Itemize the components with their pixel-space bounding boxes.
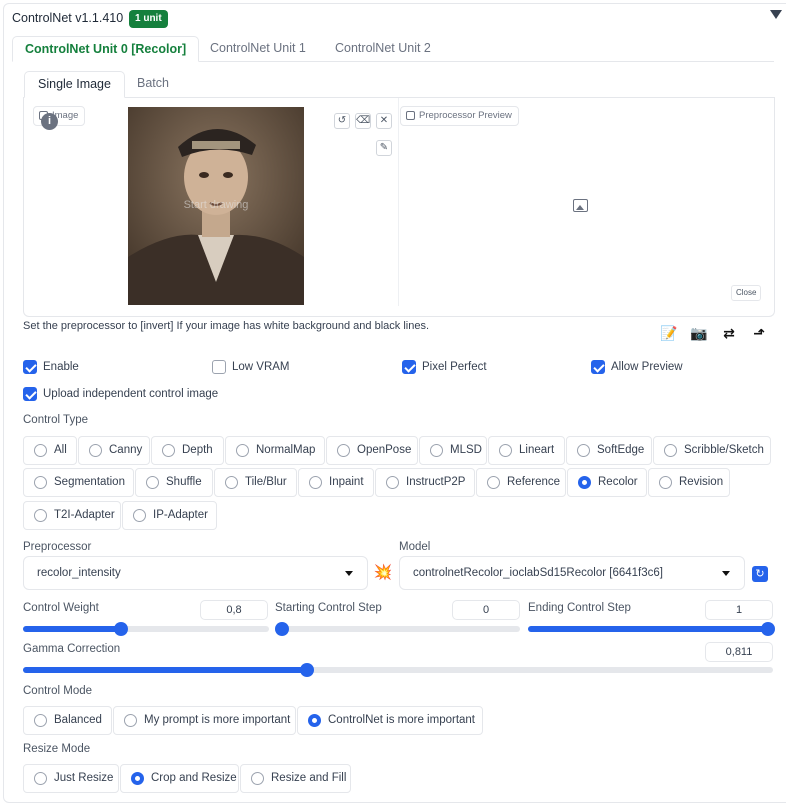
send-icon[interactable]: ⬏ [746, 322, 772, 344]
slider-thumb[interactable] [275, 622, 289, 636]
checkbox-box[interactable] [591, 360, 605, 374]
chevron-down-icon [345, 571, 353, 576]
control-type-openpose[interactable]: OpenPose [326, 436, 418, 465]
preprocessor-dropdown[interactable]: recolor_intensity [23, 556, 368, 590]
resize-mode-fill[interactable]: Resize and Fill [240, 764, 351, 793]
gamma-input[interactable]: 0,811 [705, 642, 773, 662]
control-type-scribble[interactable]: Scribble/Sketch [653, 436, 771, 465]
gamma-label: Gamma Correction [23, 643, 121, 655]
control-type-ip-adapter[interactable]: IP-Adapter [122, 501, 217, 530]
control-type-depth[interactable]: Depth [151, 436, 224, 465]
starting-step-slider[interactable] [275, 622, 520, 636]
resize-mode-label: Resize Mode [23, 743, 91, 755]
ending-step-input[interactable]: 1 [705, 600, 773, 620]
image-divider [398, 98, 399, 306]
close-icon[interactable]: ✕ [376, 113, 392, 129]
unit-tabs: ControlNet Unit 0 [Recolor] ControlNet U… [12, 36, 452, 62]
image-icon [406, 111, 415, 120]
tab-unit-2[interactable]: ControlNet Unit 2 [323, 36, 443, 62]
control-type-shuffle[interactable]: Shuffle [135, 468, 213, 497]
undo-icon[interactable]: ↺ [334, 113, 350, 129]
start-drawing-overlay: Start drawing [183, 199, 249, 211]
control-type-inpaint[interactable]: Inpaint [298, 468, 374, 497]
control-mode-controlnet[interactable]: ControlNet is more important [297, 706, 483, 735]
control-type-instructp2p[interactable]: InstructP2P [375, 468, 475, 497]
resize-mode-crop[interactable]: Crop and Resize [120, 764, 239, 793]
control-type-lineart[interactable]: Lineart [488, 436, 565, 465]
checkbox-box[interactable] [23, 360, 37, 374]
control-type-all[interactable]: All [23, 436, 77, 465]
tab-unit-1[interactable]: ControlNet Unit 1 [198, 36, 318, 62]
swap-icon[interactable]: ⇄ [716, 322, 742, 344]
checkbox-box[interactable] [212, 360, 226, 374]
eraser-icon[interactable]: ⌫ [355, 113, 371, 129]
gamma-slider[interactable] [23, 663, 773, 677]
placeholder-image-icon [573, 199, 588, 212]
collapse-icon[interactable] [770, 10, 782, 19]
control-mode-prompt[interactable]: My prompt is more important [113, 706, 296, 735]
preview-block-label: Preprocessor Preview [400, 106, 519, 126]
starting-step-input[interactable]: 0 [452, 600, 520, 620]
control-weight-input[interactable]: 0,8 [200, 600, 268, 620]
tab-unit-0[interactable]: ControlNet Unit 0 [Recolor] [12, 36, 200, 62]
model-label: Model [399, 541, 431, 553]
control-type-label: Control Type [23, 414, 88, 426]
preprocessor-label: Preprocessor [23, 541, 92, 553]
brush-icon[interactable]: ✎ [376, 140, 392, 156]
control-type-canny[interactable]: Canny [78, 436, 150, 465]
tab-single-image[interactable]: Single Image [24, 71, 125, 98]
resize-mode-just-resize[interactable]: Just Resize [23, 764, 119, 793]
control-type-t2i-adapter[interactable]: T2I-Adapter [23, 501, 121, 530]
control-type-tile-blur[interactable]: Tile/Blur [214, 468, 297, 497]
unit-count-badge: 1 unit [129, 10, 168, 28]
camera-icon[interactable]: 📷 [686, 322, 712, 344]
panel-title[interactable]: ControlNet v1.1.410 [12, 11, 123, 25]
control-mode-balanced[interactable]: Balanced [23, 706, 112, 735]
control-type-reference[interactable]: Reference [476, 468, 566, 497]
control-type-revision[interactable]: Revision [648, 468, 730, 497]
notepad-icon[interactable]: 📝 [656, 322, 682, 344]
slider-thumb[interactable] [299, 663, 314, 677]
control-type-recolor[interactable]: Recolor [567, 468, 647, 497]
info-icon[interactable]: i [41, 113, 58, 130]
starting-step-label: Starting Control Step [275, 602, 382, 614]
explosion-icon[interactable]: 💥 [370, 562, 396, 584]
model-dropdown[interactable]: controlnetRecolor_ioclabSd15Recolor [664… [399, 556, 745, 590]
slider-thumb[interactable] [761, 622, 775, 636]
control-type-normalmap[interactable]: NormalMap [225, 436, 325, 465]
control-type-segmentation[interactable]: Segmentation [23, 468, 134, 497]
control-mode-label: Control Mode [23, 685, 93, 697]
preprocessor-hint: Set the preprocessor to [invert] If your… [23, 320, 429, 332]
control-weight-label: Control Weight [23, 602, 99, 614]
control-type-softedge[interactable]: SoftEdge [566, 436, 652, 465]
ending-step-label: Ending Control Step [528, 602, 631, 614]
refresh-icon[interactable]: ↻ [752, 566, 768, 582]
close-preview-button[interactable]: Close [731, 285, 762, 301]
chevron-down-icon [722, 571, 730, 576]
tab-batch[interactable]: Batch [124, 71, 182, 98]
control-type-mlsd[interactable]: MLSD [419, 436, 487, 465]
checkbox-box[interactable] [402, 360, 416, 374]
control-weight-slider[interactable] [23, 622, 269, 636]
ending-step-slider[interactable] [528, 622, 775, 636]
checkbox-box[interactable] [23, 387, 37, 401]
